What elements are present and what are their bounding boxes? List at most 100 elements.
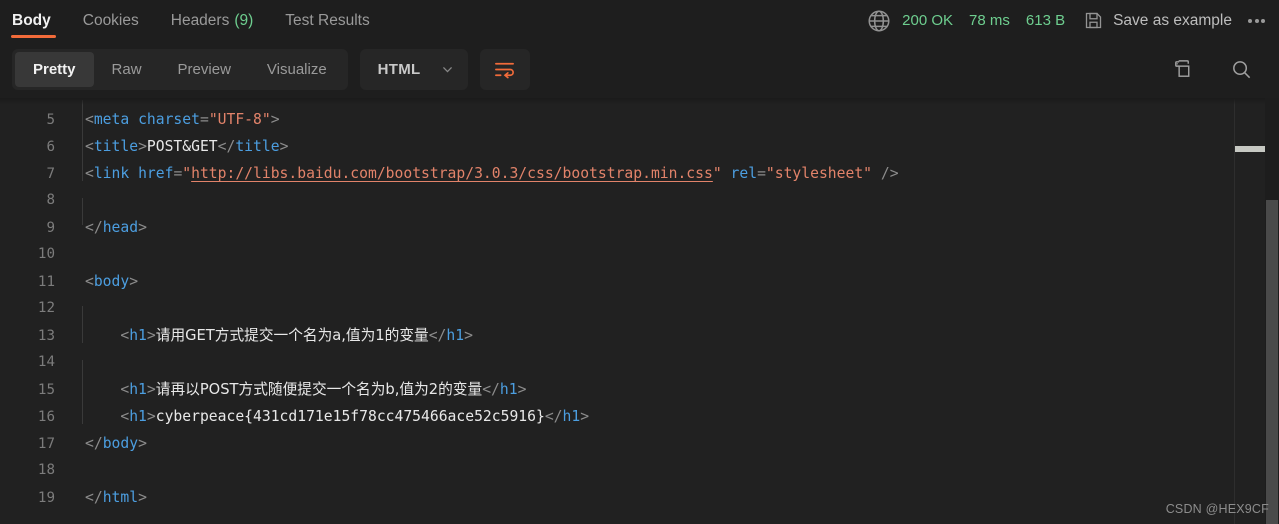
line-number: 7: [46, 166, 55, 182]
save-as-example-button[interactable]: Save as example: [1083, 10, 1232, 31]
code-line-content[interactable]: <meta charset="UTF-8">: [72, 100, 280, 133]
line-number: 13: [37, 328, 55, 344]
code-line: 15 <h1>请再以POST方式随便提交一个名为b,值为2的变量</h1>: [0, 370, 1279, 403]
line-number: 6: [46, 139, 55, 155]
code-token: h1: [562, 408, 581, 425]
response-tab-cookies[interactable]: Cookies: [67, 0, 155, 41]
line-number: 8: [46, 192, 55, 208]
code-token: body: [102, 435, 139, 452]
view-mode-visualize[interactable]: Visualize: [249, 52, 345, 87]
code-token: h1: [499, 381, 518, 398]
search-icon: [1233, 61, 1251, 79]
code-token: <: [85, 111, 94, 128]
code-token: ": [712, 165, 722, 182]
response-tab-test-results[interactable]: Test Results: [269, 0, 385, 41]
code-token: </: [544, 408, 563, 425]
code-token: </: [428, 327, 447, 344]
code-token: >: [270, 111, 280, 128]
more-options-button[interactable]: [1246, 13, 1267, 29]
save-as-example-label: Save as example: [1113, 11, 1232, 29]
code-token: >: [146, 408, 156, 425]
ellipsis-dot: [1261, 18, 1265, 23]
code-token: >: [146, 381, 156, 398]
code-token: head: [102, 219, 139, 236]
code-line-content[interactable]: <h1>cyberpeace{431cd171e15f78cc475466ace…: [72, 397, 589, 430]
vertical-scrollbar-track[interactable]: [1265, 98, 1279, 524]
code-token: title: [235, 138, 280, 155]
code-token: </: [85, 435, 103, 452]
code-link[interactable]: http://libs.baidu.com/bootstrap/3.0.3/cs…: [191, 165, 713, 182]
line-number: 18: [37, 462, 55, 478]
code-token: >: [517, 381, 527, 398]
code-line: 5 <meta charset="UTF-8">: [0, 100, 1279, 133]
view-mode-preview[interactable]: Preview: [160, 52, 249, 87]
response-body-viewer: 5 <meta charset="UTF-8"> 6 <title>POST&GET<…: [0, 98, 1279, 524]
code-token: </: [85, 219, 103, 236]
copy-button[interactable]: [1171, 58, 1194, 81]
code-line-content[interactable]: </html>: [72, 484, 147, 511]
code-line-content[interactable]: <title>POST&GET</title>: [72, 127, 289, 160]
chevron-down-icon: [442, 67, 452, 73]
watermark: CSDN @HEX9CF: [1166, 502, 1269, 516]
code-token: meta: [93, 111, 130, 128]
view-mode-label: Preview: [177, 61, 231, 78]
headers-count-badge: (9): [234, 11, 254, 29]
code-line: 7 <link href="http://libs.baidu.com/boots…: [0, 154, 1279, 187]
code-line: 16 <h1>cyberpeace{431cd171e15f78cc475466…: [0, 397, 1279, 430]
code-line-content[interactable]: </head>: [72, 214, 147, 241]
response-tab-label: Body: [12, 11, 51, 29]
code-token: >: [138, 489, 147, 506]
line-number: 17: [37, 436, 55, 452]
code-token: 请用GET方式提交一个名为a,值为1的变量: [155, 327, 429, 344]
language-selector[interactable]: HTML: [359, 49, 468, 90]
view-mode-label: Raw: [111, 61, 142, 78]
code-token: >: [138, 138, 147, 155]
code-token: 请再以POST方式随便提交一个名为b,值为2的变量: [155, 381, 483, 398]
code-line: 11 <body>: [0, 268, 1279, 295]
line-number: 11: [37, 274, 55, 290]
code-line-content[interactable]: <link href="http://libs.baidu.com/bootst…: [72, 154, 899, 187]
vertical-scrollbar-thumb[interactable]: [1266, 200, 1278, 524]
response-size[interactable]: 613 B: [1026, 12, 1065, 29]
code-line: 9 </head>: [0, 214, 1279, 241]
code-token: >: [279, 138, 289, 155]
code-token: href: [138, 165, 174, 182]
response-tab-label: Cookies: [82, 11, 139, 29]
code-token: >: [464, 327, 473, 344]
globe-icon: [866, 8, 902, 34]
word-wrap-icon: [495, 62, 514, 79]
search-button[interactable]: [1230, 58, 1253, 81]
code-line-content[interactable]: <h1>请再以POST方式随便提交一个名为b,值为2的变量</h1>: [72, 370, 527, 403]
code-token: =: [199, 111, 209, 128]
minimap-marker: [1235, 146, 1265, 152]
code-token: =: [757, 165, 766, 182]
code-token: "stylesheet": [765, 165, 873, 182]
save-icon: [1085, 12, 1102, 29]
code-token: ": [182, 165, 192, 182]
code-token: rel: [730, 165, 758, 182]
word-wrap-button[interactable]: [479, 49, 530, 90]
code-token: charset: [138, 111, 200, 128]
view-mode-label: Visualize: [266, 61, 327, 78]
code-token: <: [120, 327, 130, 344]
line-number: 19: [37, 490, 55, 506]
code-line-content[interactable]: <body>: [72, 268, 138, 295]
code-token: <: [85, 273, 94, 290]
line-number: 16: [37, 409, 55, 425]
code-token: title: [93, 138, 139, 155]
code-line: 18: [0, 457, 1279, 484]
response-tab-body[interactable]: Body: [0, 0, 67, 41]
response-tab-headers[interactable]: Headers (9): [155, 0, 270, 41]
code-token: />: [880, 165, 899, 182]
code-token: >: [138, 435, 147, 452]
code-line-content[interactable]: </body>: [72, 430, 147, 457]
code-token: h1: [129, 381, 147, 398]
view-mode-raw[interactable]: Raw: [94, 52, 160, 87]
response-time[interactable]: 78 ms: [969, 12, 1010, 29]
view-mode-pretty[interactable]: Pretty: [15, 52, 94, 87]
response-tabbar: Body Cookies Headers (9) Test Results 200 OK…: [0, 0, 1279, 41]
status-code[interactable]: 200 OK: [902, 12, 953, 29]
code-line-content[interactable]: <h1>请用GET方式提交一个名为a,值为1的变量</h1>: [72, 316, 473, 349]
